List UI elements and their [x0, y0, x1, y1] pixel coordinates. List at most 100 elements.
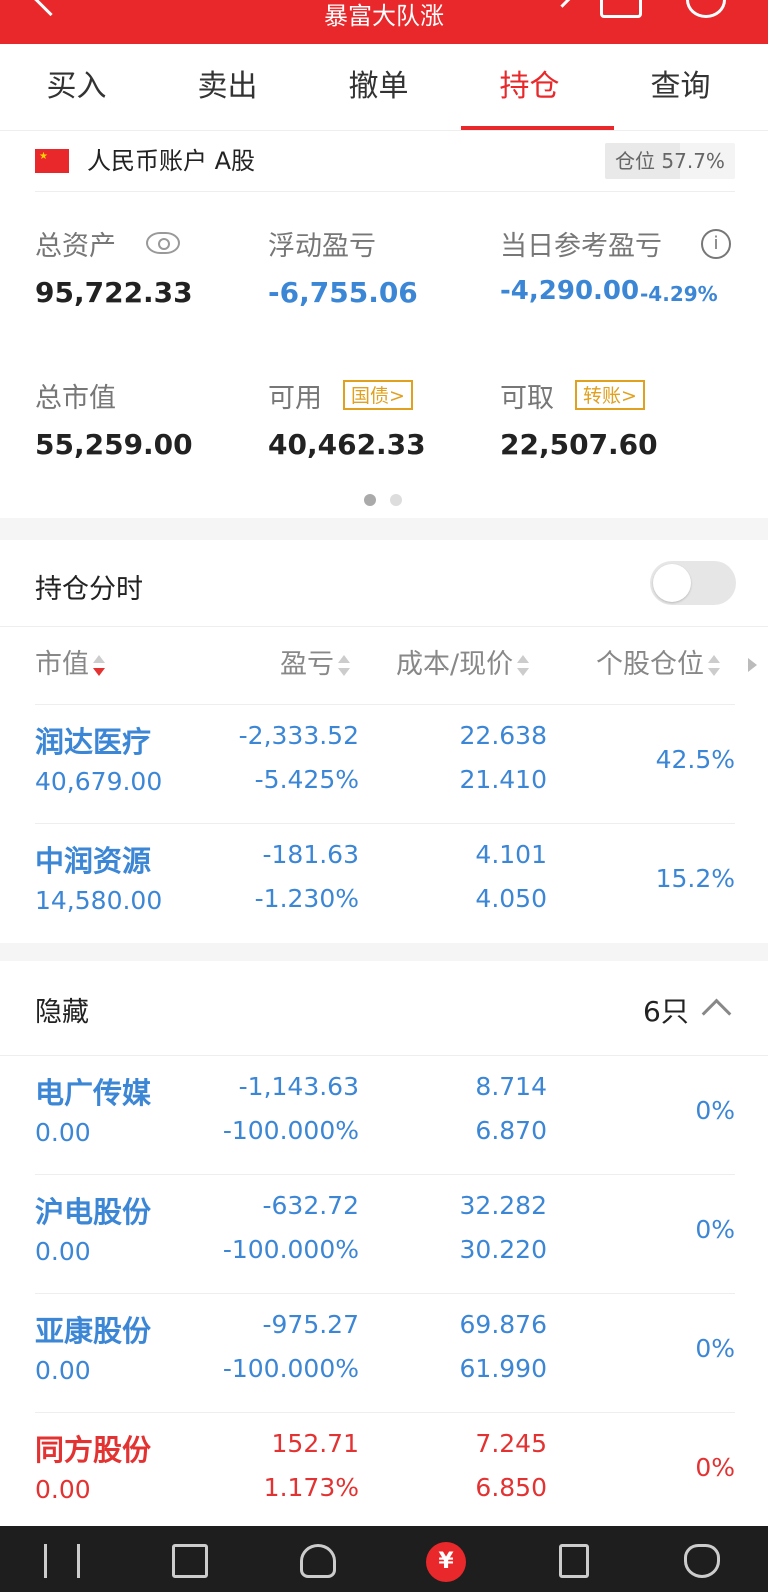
stock-cost: 8.714 [475, 1072, 547, 1101]
stock-cost: 4.101 [475, 840, 547, 869]
chart-icon [172, 1544, 208, 1578]
column-pl[interactable]: 盈亏 [280, 635, 350, 695]
hidden-count[interactable]: 6只 [643, 990, 689, 1030]
tab-positions[interactable]: 持仓 [453, 44, 606, 130]
trade-tabs: 买入 卖出 撤单 持仓 查询 [0, 44, 768, 131]
column-cost-price[interactable]: 成本/现价 [396, 635, 530, 695]
table-row[interactable]: 亚康股份 0.00 -975.27 -100.000% 69.876 61.99… [0, 1294, 768, 1412]
column-cost-price-label: 成本/现价 [396, 649, 514, 680]
stock-market-value: 14,580.00 [35, 886, 163, 915]
candlestick-icon [44, 1544, 80, 1578]
stock-pl-pct: -1.230% [254, 884, 359, 913]
column-market-value[interactable]: 市值 [35, 635, 105, 695]
nav-market[interactable] [0, 1526, 128, 1592]
table-row[interactable]: 同方股份 0.00 152.71 1.173% 7.245 6.850 0% [0, 1413, 768, 1531]
stock-name: 沪电股份 [35, 1195, 152, 1229]
market-value-label: 总市值 [35, 383, 116, 414]
position-text: 仓位 57.7% [615, 149, 725, 173]
nav-profile[interactable] [256, 1526, 384, 1592]
page-title: 暴富大队涨 [324, 2, 444, 30]
stock-pl: -632.72 [262, 1191, 360, 1220]
bottom-nav: ¥ [0, 1526, 768, 1592]
market-value-value: 55,259.00 [35, 428, 193, 461]
nav-news[interactable] [512, 1526, 640, 1592]
info-icon[interactable]: i [701, 229, 731, 259]
stock-pl-pct: -100.000% [222, 1354, 359, 1383]
sort-icon [93, 653, 105, 679]
tab-sell[interactable]: 卖出 [151, 44, 304, 130]
stock-name: 中润资源 [35, 844, 152, 878]
timeshare-label: 持仓分时 [35, 574, 143, 605]
toggle-knob [653, 564, 691, 602]
stock-market-value: 0.00 [35, 1356, 91, 1385]
stock-pl: -1,143.63 [238, 1072, 359, 1101]
stock-market-value: 0.00 [35, 1237, 91, 1266]
message-icon[interactable] [600, 0, 642, 18]
day-pl-label: 当日参考盈亏 [500, 231, 662, 262]
stock-weight: 0% [695, 1215, 735, 1244]
stock-price: 4.050 [475, 884, 547, 913]
column-weight-label: 个股仓位 [596, 649, 704, 680]
hidden-section-label: 隐藏 [35, 997, 89, 1028]
available-label: 可用 [268, 383, 322, 414]
stock-price: 61.990 [459, 1354, 547, 1383]
china-flag-icon: ★ [35, 149, 69, 173]
person-icon [300, 1544, 336, 1578]
treasury-bond-tag[interactable]: 国债> [343, 380, 413, 410]
eye-icon[interactable] [146, 232, 180, 254]
available-value: 40,462.33 [268, 428, 426, 461]
section-gap [0, 943, 768, 961]
tab-buy[interactable]: 买入 [0, 44, 153, 130]
timeshare-toggle[interactable] [650, 561, 736, 605]
table-row[interactable]: 沪电股份 0.00 -632.72 -100.000% 32.282 30.22… [0, 1175, 768, 1293]
stock-name: 同方股份 [35, 1433, 152, 1467]
sort-icon [338, 653, 350, 679]
transfer-tag[interactable]: 转账> [575, 380, 645, 410]
stock-cost: 7.245 [475, 1429, 547, 1458]
stock-pl: -181.63 [262, 840, 360, 869]
app-header: 暴富大队涨 [0, 0, 768, 44]
scroll-right-icon[interactable] [748, 658, 757, 672]
withdrawable-label: 可取 [500, 383, 554, 414]
tab-query[interactable]: 查询 [604, 44, 757, 130]
nav-wealth[interactable] [640, 1526, 768, 1592]
day-pl-value: -4,290.00 [500, 276, 640, 306]
stock-market-value: 40,679.00 [35, 767, 163, 796]
stock-cost: 22.638 [459, 721, 547, 750]
yen-icon: ¥ [426, 1542, 466, 1582]
sort-icon [708, 653, 720, 679]
table-row[interactable]: 润达医疗 40,679.00 -2,333.52 -5.425% 22.638 … [0, 705, 768, 823]
stock-weight: 15.2% [655, 864, 735, 893]
stock-pl: -2,333.52 [238, 721, 359, 750]
day-pl-pct: -4.29% [640, 282, 718, 306]
stock-pl-pct: -100.000% [222, 1116, 359, 1145]
stock-cost: 69.876 [459, 1310, 547, 1339]
stock-name: 润达医疗 [35, 725, 152, 759]
nav-chart[interactable] [128, 1526, 256, 1592]
divider [0, 626, 768, 627]
float-pl-value: -6,755.06 [268, 276, 418, 309]
account-bar[interactable]: ★ 人民币账户 A股 仓位 57.7% [0, 130, 768, 192]
table-row[interactable]: 中润资源 14,580.00 -181.63 -1.230% 4.101 4.0… [0, 824, 768, 942]
stock-weight: 0% [695, 1096, 735, 1125]
stock-pl-pct: 1.173% [263, 1473, 359, 1502]
column-pl-label: 盈亏 [280, 649, 334, 680]
stock-market-value: 0.00 [35, 1475, 91, 1504]
stock-price: 30.220 [459, 1235, 547, 1264]
nav-trade[interactable]: ¥ [384, 1526, 512, 1592]
divider [35, 191, 735, 192]
document-icon [559, 1544, 589, 1578]
stock-name: 亚康股份 [35, 1314, 152, 1348]
withdrawable-value: 22,507.60 [500, 428, 658, 461]
page-dot-active[interactable] [364, 494, 376, 506]
stock-price: 6.850 [475, 1473, 547, 1502]
position-badge: 仓位 57.7% [605, 143, 735, 179]
page-dot[interactable] [390, 494, 402, 506]
chevron-up-icon[interactable] [701, 998, 732, 1029]
column-weight[interactable]: 个股仓位 [596, 635, 720, 695]
stock-weight: 42.5% [655, 745, 735, 774]
tab-cancel[interactable]: 撤单 [302, 44, 455, 130]
table-row[interactable]: 电广传媒 0.00 -1,143.63 -100.000% 8.714 6.87… [0, 1056, 768, 1174]
stock-price: 6.870 [475, 1116, 547, 1145]
sort-icon [517, 653, 530, 679]
